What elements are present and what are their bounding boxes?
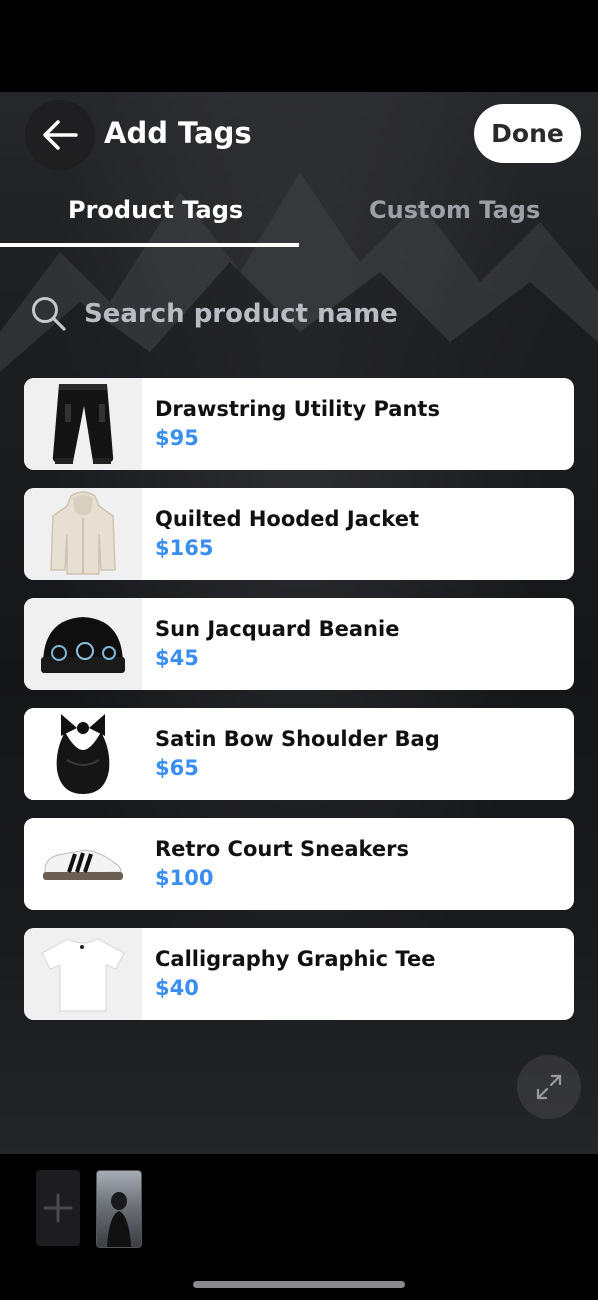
product-thumbnail bbox=[24, 818, 142, 910]
product-price: $100 bbox=[155, 866, 214, 890]
product-price: $165 bbox=[155, 536, 214, 560]
page-title: Add Tags bbox=[104, 116, 252, 150]
expand-icon bbox=[536, 1074, 562, 1100]
status-bar bbox=[0, 0, 598, 92]
plus-icon bbox=[43, 1193, 73, 1223]
jacket-icon bbox=[50, 491, 116, 575]
arrow-left-icon bbox=[43, 120, 78, 150]
tab-product-tags[interactable]: Product Tags bbox=[68, 196, 243, 224]
product-name: Calligraphy Graphic Tee bbox=[155, 947, 436, 971]
done-button[interactable]: Done bbox=[474, 104, 581, 163]
tab-custom-tags[interactable]: Custom Tags bbox=[369, 196, 540, 224]
sneaker-icon bbox=[43, 849, 123, 880]
home-indicator bbox=[193, 1281, 405, 1288]
product-item[interactable]: Satin Bow Shoulder Bag $65 bbox=[24, 708, 574, 800]
product-name: Sun Jacquard Beanie bbox=[155, 617, 400, 641]
back-button[interactable] bbox=[25, 100, 95, 170]
product-price: $95 bbox=[155, 426, 199, 450]
search-icon bbox=[32, 297, 66, 331]
media-thumbnail[interactable] bbox=[96, 1170, 142, 1248]
product-item[interactable]: Quilted Hooded Jacket $165 bbox=[24, 488, 574, 580]
product-thumbnail bbox=[24, 488, 142, 580]
product-item[interactable]: Drawstring Utility Pants $95 bbox=[24, 378, 574, 470]
product-thumbnail bbox=[24, 598, 142, 690]
product-item[interactable]: Sun Jacquard Beanie $45 bbox=[24, 598, 574, 690]
product-name: Drawstring Utility Pants bbox=[155, 397, 440, 421]
add-media-button[interactable] bbox=[36, 1170, 80, 1246]
product-name: Quilted Hooded Jacket bbox=[155, 507, 419, 531]
product-thumbnail bbox=[24, 708, 142, 800]
product-name: Satin Bow Shoulder Bag bbox=[155, 727, 440, 751]
media-tray bbox=[0, 1154, 598, 1300]
product-thumbnail bbox=[24, 928, 142, 1020]
photo-thumbnail-image bbox=[107, 1192, 131, 1247]
product-item[interactable]: Calligraphy Graphic Tee $40 bbox=[24, 928, 574, 1020]
tshirt-icon bbox=[41, 938, 125, 1012]
product-name: Retro Court Sneakers bbox=[155, 837, 410, 861]
active-tab-indicator bbox=[0, 243, 299, 247]
product-item[interactable]: Retro Court Sneakers $100 bbox=[24, 818, 574, 910]
search-bar[interactable] bbox=[30, 292, 570, 336]
pants-icon bbox=[52, 384, 114, 464]
search-input[interactable] bbox=[84, 299, 544, 329]
product-price: $45 bbox=[155, 646, 199, 670]
photo-editor-stage: Add Tags Done Product Tags Custom Tags S… bbox=[0, 92, 598, 1154]
beanie-icon bbox=[41, 617, 125, 673]
product-list: Drawstring Utility Pants $95 Quilted Hoo… bbox=[24, 378, 574, 1038]
expand-button[interactable] bbox=[517, 1055, 581, 1119]
bag-icon bbox=[56, 714, 110, 794]
product-thumbnail bbox=[24, 378, 142, 470]
product-price: $65 bbox=[155, 756, 199, 780]
product-price: $40 bbox=[155, 976, 199, 1000]
